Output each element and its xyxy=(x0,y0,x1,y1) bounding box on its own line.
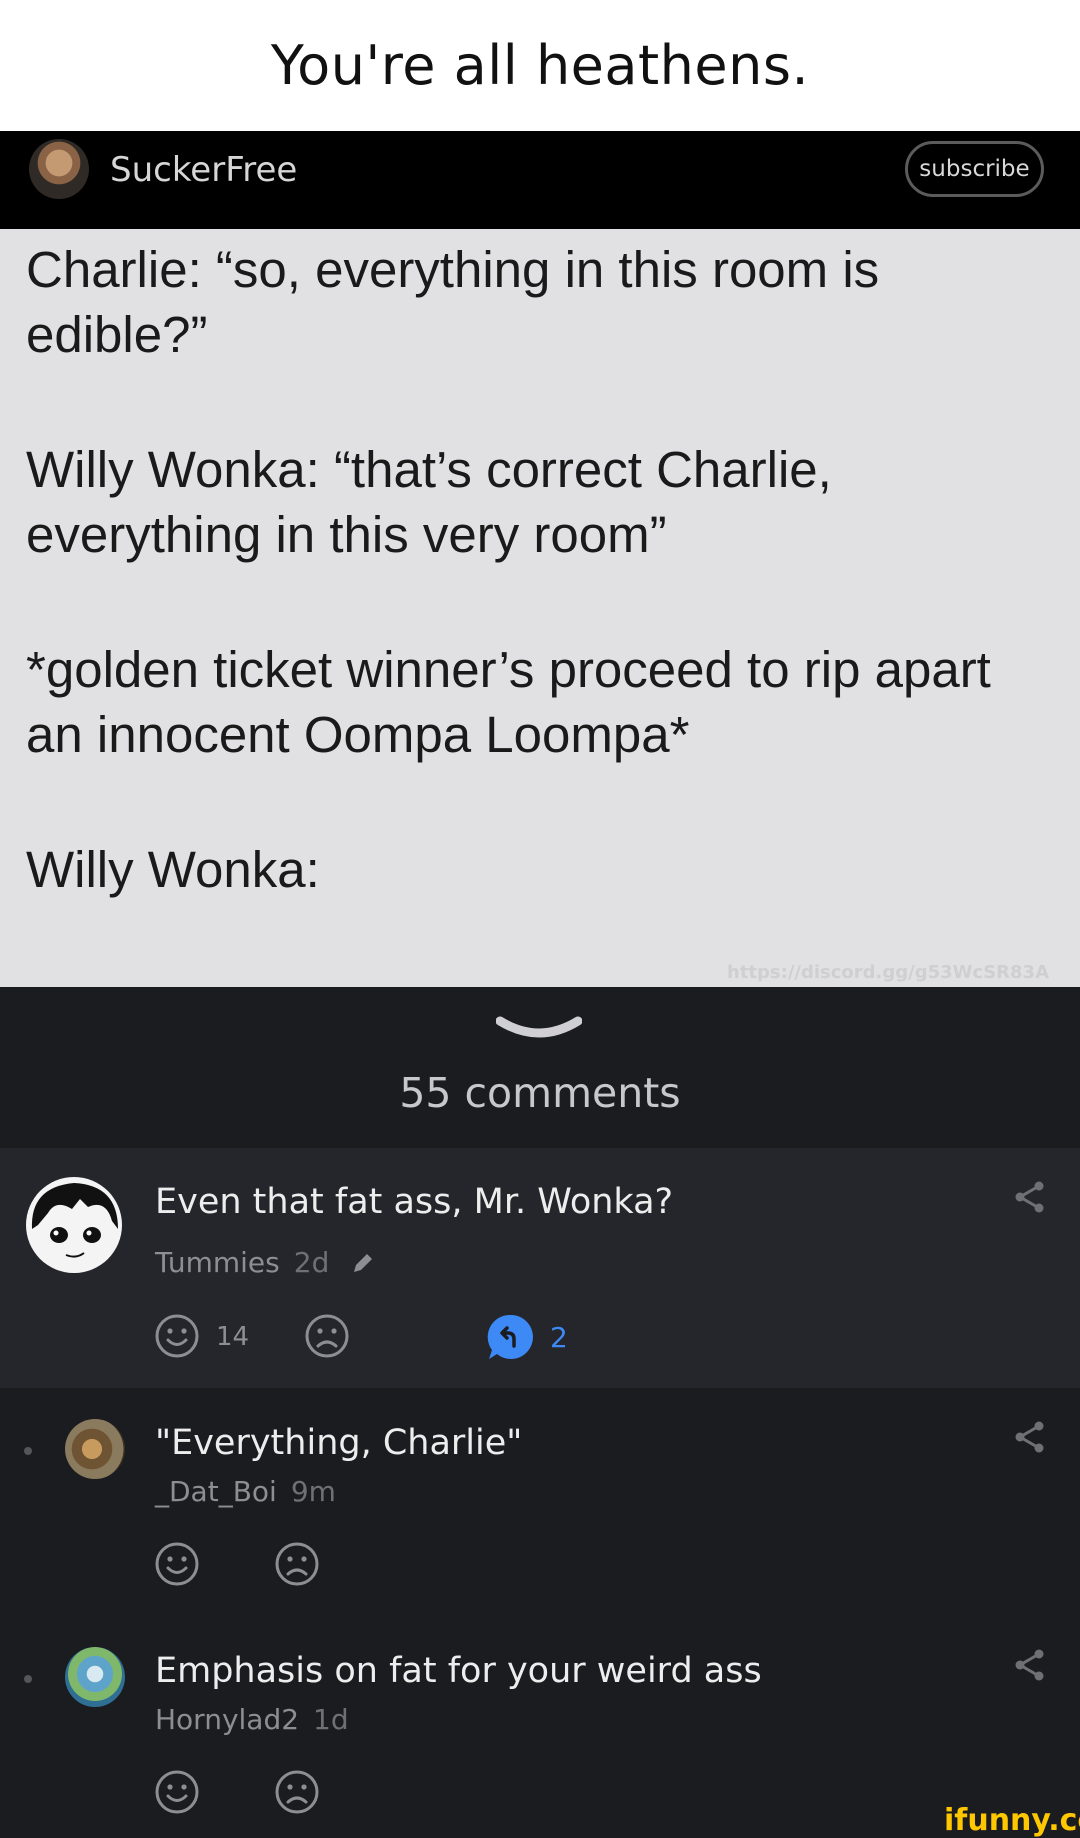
reply-count[interactable]: 2 xyxy=(550,1321,568,1354)
title-bar: You're all heathens. xyxy=(0,0,1080,131)
watermark: https://discord.gg/g53WcSR83A xyxy=(727,962,1049,983)
thread-bullet xyxy=(24,1447,32,1455)
anime-face-icon xyxy=(31,1183,119,1258)
pencil-icon xyxy=(354,1254,372,1272)
post-image[interactable]: Charlie: “so, everything in this room is… xyxy=(0,229,1080,987)
comment-text: Emphasis on fat for your weird ass xyxy=(155,1651,762,1691)
post-paragraph: Charlie: “so, everything in this room is… xyxy=(26,241,880,363)
post-paragraph: *golden ticket winner’s proceed to rip a… xyxy=(26,641,991,763)
frown-icon[interactable] xyxy=(304,1313,350,1359)
comment-username[interactable]: Tummies xyxy=(155,1246,280,1279)
like-count: 14 xyxy=(216,1322,250,1352)
share-icon[interactable] xyxy=(1013,1648,1047,1682)
comment-meta: Hornylad2 1d xyxy=(155,1703,349,1736)
frown-icon[interactable] xyxy=(274,1541,320,1587)
ifunny-logo: ifunny.co xyxy=(944,1803,1080,1838)
thread-bullet xyxy=(24,1675,32,1683)
share-icon[interactable] xyxy=(1013,1180,1047,1214)
avatar[interactable] xyxy=(26,1177,122,1273)
chevron-down-icon[interactable] xyxy=(496,1015,582,1043)
subscribe-button[interactable]: subscribe xyxy=(905,141,1044,197)
comment-meta: _Dat_Boi 9m xyxy=(155,1475,336,1508)
post-paragraph: Willy Wonka: “that’s correct Charlie, ev… xyxy=(26,441,832,563)
comment-meta: Tummies 2d xyxy=(155,1246,329,1279)
comment-time: 1d xyxy=(313,1703,349,1736)
post-title: You're all heathens. xyxy=(270,34,810,97)
post-text: Charlie: “so, everything in this room is… xyxy=(26,237,1056,972)
comments-count: 55 comments xyxy=(399,1069,681,1117)
reply-icon[interactable] xyxy=(487,1313,535,1361)
smile-icon[interactable] xyxy=(154,1769,200,1815)
comment-text: "Everything, Charlie" xyxy=(155,1423,523,1463)
comment-username[interactable]: _Dat_Boi xyxy=(155,1475,277,1508)
comment-text: Even that fat ass, Mr. Wonka? xyxy=(155,1182,674,1222)
comment-username[interactable]: Hornylad2 xyxy=(155,1703,299,1736)
avatar[interactable] xyxy=(65,1647,125,1707)
author-name[interactable]: SuckerFree xyxy=(110,150,297,190)
post-paragraph: Willy Wonka: xyxy=(26,841,320,898)
author-avatar[interactable] xyxy=(29,139,89,199)
avatar[interactable] xyxy=(65,1419,125,1479)
comment-time: 2d xyxy=(293,1246,330,1279)
comment-time: 9m xyxy=(290,1475,336,1508)
smile-icon[interactable] xyxy=(154,1313,200,1359)
frown-icon[interactable] xyxy=(274,1769,320,1815)
smile-icon[interactable] xyxy=(154,1541,200,1587)
share-icon[interactable] xyxy=(1013,1420,1047,1454)
